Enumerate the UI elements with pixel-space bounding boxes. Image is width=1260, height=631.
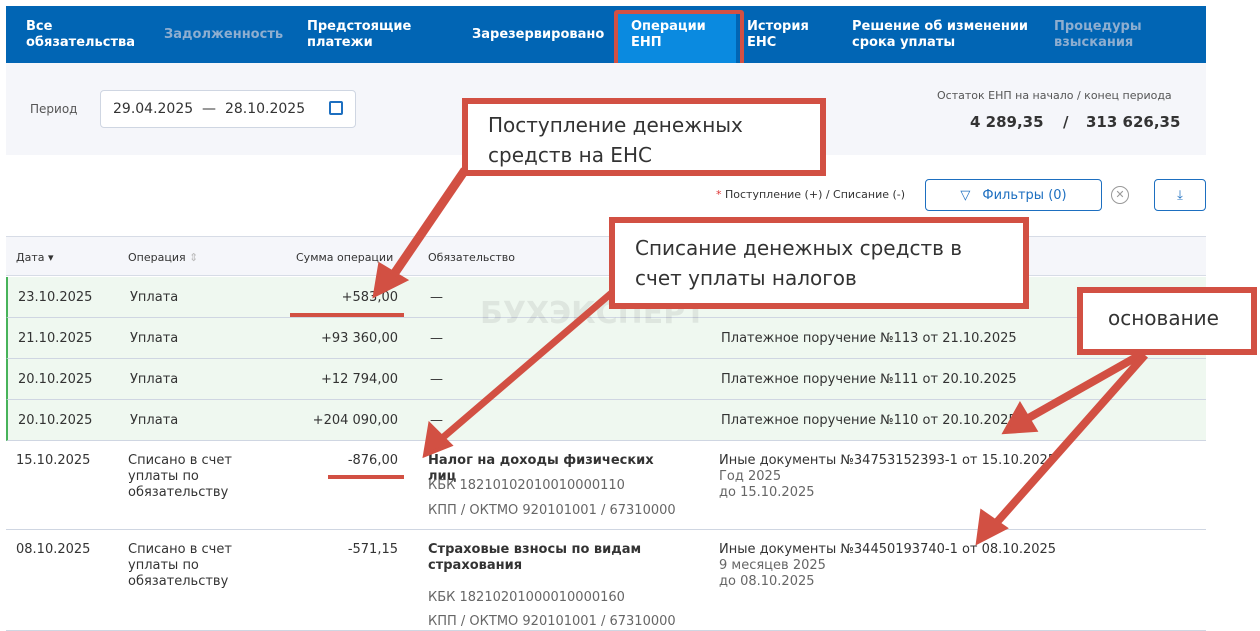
row-date: 15.10.2025 bbox=[16, 453, 91, 468]
col-obligation: Обязательство bbox=[428, 251, 516, 264]
row-amount: +583,00 bbox=[341, 290, 398, 305]
row-date: 23.10.2025 bbox=[18, 290, 93, 305]
row-operation: Уплата bbox=[130, 413, 179, 428]
row-amount: +93 360,00 bbox=[320, 331, 398, 346]
period-input[interactable]: 29.04.2025 — 28.10.2025 bbox=[100, 90, 356, 128]
row-basis[interactable]: Иные документы №34450193740-1 от 08.10.2… bbox=[719, 542, 1056, 558]
table-row[interactable]: 15.10.2025 Списано в счет уплаты по обяз… bbox=[6, 441, 1206, 530]
row-amount: -876,00 bbox=[347, 453, 398, 468]
tab-upcoming[interactable]: Предстоящие платежи bbox=[307, 19, 417, 51]
row-kbk: КБК 18210201000010000160 bbox=[428, 590, 625, 605]
row-operation: Списано в счет уплаты по обязательству bbox=[128, 542, 232, 589]
calendar-icon[interactable] bbox=[329, 101, 343, 115]
row-obligation: — bbox=[430, 372, 443, 387]
row-period: Год 2025 bbox=[719, 469, 782, 484]
tab-deadline-change[interactable]: Решение об изменении срока уплаты bbox=[852, 19, 1032, 51]
row-due: до 08.10.2025 bbox=[719, 574, 815, 589]
row-operation: Уплата bbox=[130, 372, 179, 387]
row-basis[interactable]: Платежное поручение №110 от 20.10.2025 bbox=[721, 413, 1017, 429]
filters-button[interactable]: ▽ Фильтры (0) bbox=[925, 179, 1102, 211]
row-operation: Уплата bbox=[130, 290, 179, 305]
balance-start: 4 289,35 bbox=[970, 113, 1044, 131]
legend-star: * bbox=[716, 188, 722, 201]
table-row[interactable]: 20.10.2025 Уплата +204 090,00 — Платежно… bbox=[6, 400, 1206, 441]
tab-reserved[interactable]: Зарезервировано bbox=[472, 27, 604, 43]
row-date: 20.10.2025 bbox=[18, 413, 93, 428]
sort-icon: ⇕ bbox=[189, 251, 199, 264]
row-date: 08.10.2025 bbox=[16, 542, 91, 557]
row-kpp-oktmo: КПП / ОКТМО 920101001 / 67310000 bbox=[428, 503, 676, 518]
period-value: 29.04.2025 — 28.10.2025 bbox=[113, 101, 306, 117]
table-row[interactable]: 20.10.2025 Уплата +12 794,00 — Платежное… bbox=[6, 359, 1206, 400]
row-date: 20.10.2025 bbox=[18, 372, 93, 387]
balance-sep: / bbox=[1063, 113, 1069, 131]
annotation-writeoff: Списание денежных средств в счет уплаты … bbox=[609, 217, 1029, 309]
row-date: 21.10.2025 bbox=[18, 331, 93, 346]
row-due: до 15.10.2025 bbox=[719, 485, 815, 500]
balance-label: Остаток ЕНП на начало / конец периода bbox=[937, 89, 1172, 102]
row-obligation: — bbox=[430, 413, 443, 428]
row-operation: Списано в счет уплаты по обязательству bbox=[128, 453, 232, 500]
clear-filters-icon[interactable]: ✕ bbox=[1111, 186, 1129, 204]
col-operation[interactable]: Операция ⇕ bbox=[128, 251, 198, 264]
col-label: Дата bbox=[16, 251, 45, 264]
row-basis[interactable]: Иные документы №34753152393-1 от 15.10.2… bbox=[719, 453, 1056, 469]
row-amount: +204 090,00 bbox=[312, 413, 398, 428]
period-label: Период bbox=[30, 102, 78, 116]
tab-ens-history[interactable]: История ЕНС bbox=[747, 19, 827, 51]
table-row[interactable]: 08.10.2025 Списано в счет уплаты по обяз… bbox=[6, 530, 1206, 631]
row-period: 9 месяцев 2025 bbox=[719, 558, 826, 573]
row-amount: +12 794,00 bbox=[320, 372, 398, 387]
sort-desc-icon: ▾ bbox=[47, 251, 54, 264]
balance-end: 313 626,35 bbox=[1086, 113, 1181, 131]
row-obligation: Страховые взносы по видам страхования bbox=[428, 542, 642, 573]
row-basis[interactable]: Платежное поручение №113 от 21.10.2025 bbox=[721, 331, 1017, 347]
row-basis[interactable]: Платежное поручение №111 от 20.10.2025 bbox=[721, 372, 1017, 388]
col-date[interactable]: Дата ▾ bbox=[16, 251, 54, 264]
annotation-income: Поступление денежных средств на ЕНС bbox=[462, 98, 826, 176]
highlight-box bbox=[614, 10, 744, 68]
row-amount: -571,15 bbox=[347, 542, 398, 557]
download-icon: ⤓ bbox=[1177, 187, 1183, 203]
col-amount: Сумма операции bbox=[296, 251, 394, 264]
row-kbk: КБК 18210102010010000110 bbox=[428, 478, 625, 493]
download-button[interactable]: ⤓ bbox=[1154, 179, 1206, 211]
col-label: Операция bbox=[128, 251, 186, 264]
row-obligation: — bbox=[430, 331, 443, 346]
filters-label: Фильтры (0) bbox=[982, 187, 1067, 203]
row-kpp-oktmo: КПП / ОКТМО 920101001 / 67310000 bbox=[428, 614, 676, 629]
annotation-basis: основание bbox=[1077, 287, 1257, 355]
tab-collection[interactable]: Процедуры взыскания bbox=[1054, 19, 1164, 51]
tab-debt[interactable]: Задолженность bbox=[164, 27, 283, 43]
legend-text: Поступление (+) / Списание (-) bbox=[725, 188, 906, 201]
tabs-bar: Все обязательства Задолженность Предстоя… bbox=[6, 6, 1206, 66]
filter-icon: ▽ bbox=[960, 187, 971, 203]
tab-all-obligations[interactable]: Все обязательства bbox=[26, 19, 146, 51]
row-operation: Уплата bbox=[130, 331, 179, 346]
